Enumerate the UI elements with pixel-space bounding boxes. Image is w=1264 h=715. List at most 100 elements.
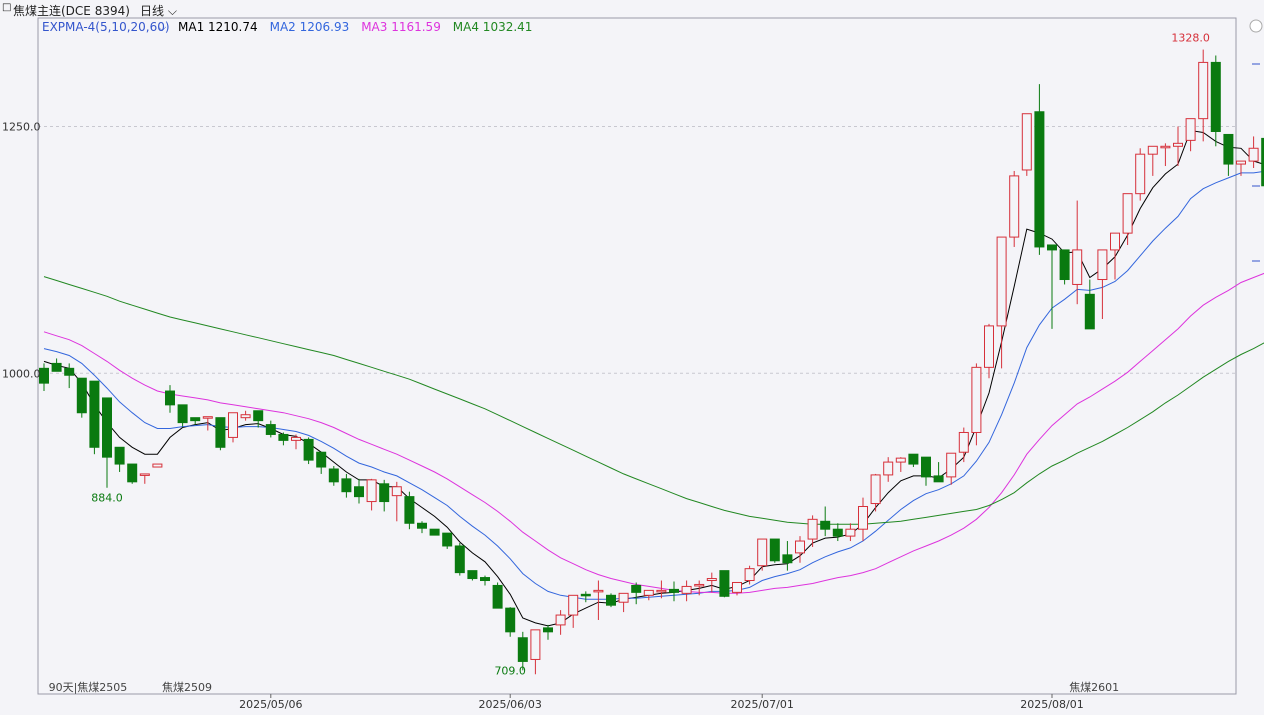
candle-down — [719, 570, 730, 597]
candle-up — [202, 416, 213, 419]
legend-item: MA1 1210.74 — [178, 20, 258, 34]
candle-down — [354, 486, 364, 498]
candle-down — [1210, 61, 1221, 132]
candle-up — [984, 325, 994, 368]
candle-down — [265, 424, 276, 435]
candle-up — [618, 592, 629, 603]
candle-down — [404, 496, 415, 524]
x-tick-label: 2025/05/06 — [239, 698, 302, 711]
candle-up — [1021, 113, 1032, 171]
candle-down — [606, 594, 616, 606]
candle-up — [530, 629, 541, 660]
extreme-value-label: 884.0 — [91, 492, 123, 505]
candle-down — [1047, 244, 1057, 251]
candle-down — [442, 532, 453, 547]
candle-up — [757, 538, 768, 567]
candle-down — [1034, 111, 1045, 248]
candle-up — [1236, 160, 1246, 165]
candle-down — [253, 410, 264, 422]
candle-up — [744, 568, 755, 582]
candle-down — [328, 468, 339, 483]
candle-down — [39, 367, 49, 384]
candle-down — [480, 577, 490, 582]
candle-up — [795, 540, 805, 554]
candle-up — [1009, 175, 1020, 238]
candle-up — [958, 431, 969, 453]
contract-label: 焦煤2509 — [162, 681, 212, 694]
candle-up — [996, 236, 1007, 327]
candle-down — [127, 463, 138, 483]
candle-up — [152, 463, 163, 468]
candle-up — [1110, 232, 1120, 251]
candle-up — [1072, 249, 1083, 285]
candle-down — [669, 588, 679, 593]
candle-down — [76, 377, 87, 414]
candle-up — [366, 479, 377, 503]
candlestick-chart: 1000.0 1250.0 2025/05/06 2025/06/03 2025/07/… — [2, 17, 1264, 711]
candle-up — [1248, 147, 1259, 162]
candle-up — [568, 594, 579, 616]
candle-down — [832, 528, 843, 537]
candle-up — [656, 589, 667, 593]
candle-up — [643, 589, 654, 596]
candle-down — [454, 545, 465, 574]
candle-up — [807, 518, 818, 540]
contract-label: 90天|焦煤2505 — [49, 681, 128, 694]
legend-item: MA3 1161.59 — [361, 20, 441, 34]
candle-up — [1160, 145, 1171, 149]
candle-down — [1223, 133, 1234, 165]
candle-up — [593, 589, 604, 593]
candle-down — [303, 438, 314, 461]
candle-up — [1097, 249, 1108, 281]
candle-down — [908, 453, 919, 465]
x-tick-label: 2025/07/01 — [730, 698, 793, 711]
candle-down — [379, 483, 390, 503]
candle-down — [921, 456, 931, 478]
candle-down — [782, 554, 793, 564]
extreme-value-label: 709.0 — [494, 664, 526, 677]
candle-down — [190, 417, 201, 422]
candle-up — [240, 414, 251, 419]
candle-down — [278, 433, 289, 441]
candle-up — [1185, 118, 1196, 141]
candle-down — [89, 380, 100, 448]
candle-up — [1173, 142, 1183, 147]
candle-up — [228, 412, 238, 438]
candle-up — [706, 578, 717, 582]
candle-down — [64, 367, 75, 376]
candle-down — [177, 404, 188, 424]
candle-down — [505, 607, 516, 633]
extreme-value-label: 1328.0 — [1171, 32, 1210, 45]
candle-down — [429, 528, 440, 536]
candle-down — [102, 397, 112, 458]
candle-up — [694, 583, 705, 587]
candle-up — [391, 486, 402, 497]
candle-down — [631, 584, 642, 593]
candle-down — [820, 520, 831, 530]
candle-up — [870, 474, 881, 505]
chevron-down-icon: ⌵ — [158, 21, 167, 34]
candle-down — [580, 593, 591, 597]
indicator-name[interactable]: EXPMA-4(5,10,20,60) — [42, 20, 170, 34]
candle-down — [51, 362, 62, 372]
candle-down — [341, 478, 352, 493]
scroll-handle — [1249, 19, 1263, 33]
candle-up — [858, 505, 868, 530]
candle-down — [114, 446, 125, 465]
candle-up — [971, 366, 982, 433]
candle-down — [316, 451, 327, 468]
candle-down — [1059, 249, 1070, 281]
candle-up — [946, 452, 957, 478]
candle-up — [1135, 153, 1146, 195]
y-tick-label: 1000.0 — [2, 367, 41, 380]
candle-up — [1122, 193, 1133, 234]
candle-down — [1084, 293, 1095, 330]
candle-up — [845, 528, 856, 537]
candle-down — [517, 637, 528, 662]
candle-up — [139, 473, 150, 476]
candle-up — [1147, 145, 1158, 155]
candle-up — [1198, 61, 1209, 120]
candle-down — [215, 417, 226, 448]
candle-up — [555, 614, 566, 626]
candle-up — [291, 436, 301, 441]
